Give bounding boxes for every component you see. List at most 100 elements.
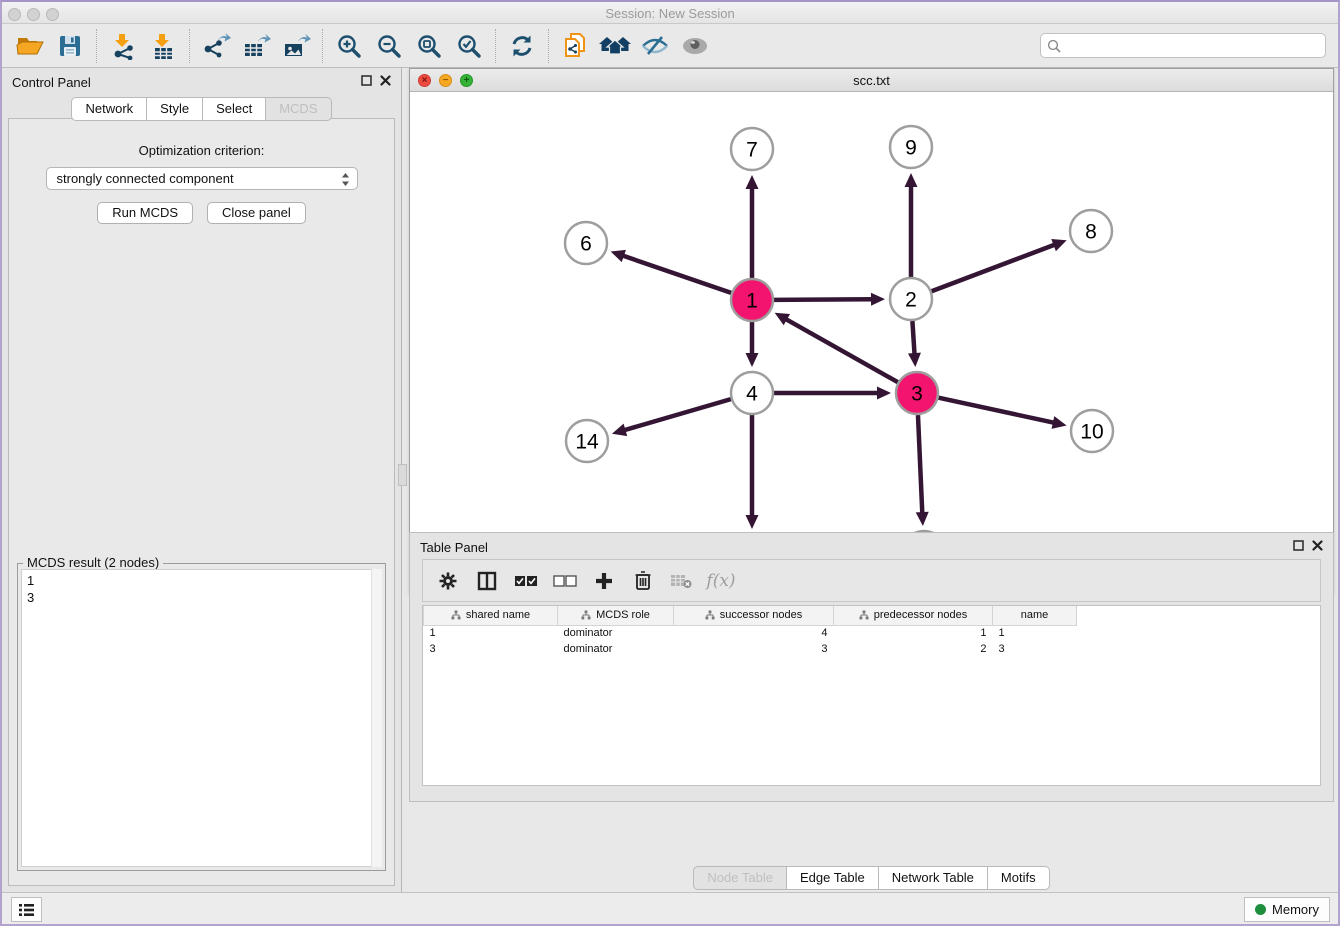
column-header-successor-nodes[interactable]: successor nodes (674, 606, 834, 625)
graph-node-4[interactable]: 4 (731, 372, 773, 414)
mcds-panel-body: Optimization criterion: strongly connect… (8, 118, 395, 886)
export-table-button[interactable] (236, 27, 276, 65)
table-row[interactable]: 1dominator411 (424, 625, 1077, 641)
export-network-button[interactable] (196, 27, 236, 65)
edge-3-to-1[interactable] (786, 319, 898, 382)
result-scrollbar[interactable] (371, 569, 382, 867)
table-cell[interactable]: 3 (424, 641, 558, 657)
close-panel-button[interactable]: Close panel (207, 202, 306, 224)
search-input[interactable] (1066, 39, 1319, 53)
import-table-button[interactable] (143, 27, 183, 65)
task-history-button[interactable] (11, 897, 42, 922)
tab-select[interactable]: Select (203, 97, 266, 121)
graph-node-3[interactable]: 3 (896, 372, 938, 414)
edge-3-to-11[interactable] (918, 415, 922, 513)
tab-style[interactable]: Style (147, 97, 203, 121)
function-builder-button[interactable]: f(x) (706, 564, 736, 598)
graph-node-6[interactable]: 6 (565, 222, 607, 264)
table-cell[interactable]: 2 (834, 641, 993, 657)
tab-edge-table[interactable]: Edge Table (787, 866, 879, 890)
graph-node-10[interactable]: 10 (1071, 410, 1113, 452)
add-column-button[interactable] (589, 564, 619, 598)
column-header-predecessor-nodes[interactable]: predecessor nodes (834, 606, 993, 625)
run-mcds-button[interactable]: Run MCDS (97, 202, 193, 224)
panel-divider-handle[interactable] (398, 464, 407, 486)
table-cell[interactable]: 4 (674, 625, 834, 641)
network-window-titlebar[interactable]: × − + scc.txt (410, 69, 1333, 92)
select-all-button[interactable] (511, 564, 541, 598)
table-row[interactable]: 3dominator323 (424, 641, 1077, 657)
table-panel-tabs: Node TableEdge TableNetwork TableMotifs (409, 866, 1334, 890)
edge-3-to-10[interactable] (938, 398, 1053, 423)
tab-node-table[interactable]: Node Table (693, 866, 787, 890)
column-header-shared-name[interactable]: shared name (424, 606, 558, 625)
close-panel-icon[interactable] (380, 75, 391, 86)
arrowhead-1-to-4 (746, 353, 759, 367)
table-cell[interactable]: 3 (674, 641, 834, 657)
deselect-all-button[interactable] (550, 564, 580, 598)
export-image-button[interactable] (276, 27, 316, 65)
table-cell[interactable]: 1 (834, 625, 993, 641)
show-columns-button[interactable] (472, 564, 502, 598)
search-field[interactable] (1040, 33, 1326, 58)
window-title: Session: New Session (2, 6, 1338, 21)
memory-button[interactable]: Memory (1244, 897, 1330, 922)
table-cell[interactable]: 1 (424, 625, 558, 641)
delete-column-button[interactable] (628, 564, 658, 598)
zoom-fit-icon (415, 32, 443, 60)
refresh-layout-button[interactable] (502, 27, 542, 65)
tab-motifs[interactable]: Motifs (988, 866, 1050, 890)
edge-4-to-14[interactable] (624, 399, 730, 430)
arrowhead-2-to-8 (1051, 239, 1066, 251)
attribute-type-icon (581, 610, 591, 620)
list-icon (18, 903, 35, 917)
save-session-button[interactable] (50, 27, 90, 65)
table-settings-button[interactable] (433, 564, 463, 598)
tab-mcds[interactable]: MCDS (266, 97, 331, 121)
graph-node-1[interactable]: 1 (731, 279, 773, 321)
node-label-6: 6 (580, 233, 592, 256)
tab-network[interactable]: Network (71, 97, 147, 121)
float-panel-icon[interactable] (361, 75, 372, 86)
table-cell[interactable]: dominator (558, 625, 674, 641)
show-panels-button[interactable] (675, 27, 715, 65)
attribute-type-icon (705, 610, 715, 620)
trash-icon (634, 570, 652, 591)
delete-table-button[interactable] (667, 564, 697, 598)
arrowhead-1-to-2 (871, 293, 885, 306)
zoom-selected-button[interactable] (449, 27, 489, 65)
graph-node-2[interactable]: 2 (890, 278, 932, 320)
zoom-fit-button[interactable] (409, 27, 449, 65)
clone-network-icon (560, 31, 590, 61)
zoom-out-button[interactable] (369, 27, 409, 65)
mcds-result-text[interactable]: 1 3 (21, 569, 382, 867)
node-table[interactable]: shared nameMCDS rolesuccessor nodesprede… (422, 605, 1321, 786)
graph-node-14[interactable]: 14 (566, 420, 608, 462)
table-cell[interactable]: dominator (558, 641, 674, 657)
zoom-in-button[interactable] (329, 27, 369, 65)
clone-network-button[interactable] (555, 27, 595, 65)
open-session-button[interactable] (10, 27, 50, 65)
import-network-button[interactable] (103, 27, 143, 65)
arrowhead-1-to-7 (746, 175, 759, 189)
graph-node-7[interactable]: 7 (731, 128, 773, 170)
optimization-criterion-dropdown[interactable]: strongly connected component (46, 167, 358, 190)
table-cell[interactable]: 1 (993, 625, 1077, 641)
save-floppy-icon (57, 33, 83, 59)
column-header-name[interactable]: name (993, 606, 1077, 625)
edge-2-to-8[interactable] (932, 245, 1055, 291)
table-cell[interactable]: 3 (993, 641, 1077, 657)
home-button[interactable] (595, 27, 635, 65)
edge-2-to-3[interactable] (912, 321, 914, 354)
column-header-MCDS-role[interactable]: MCDS role (558, 606, 674, 625)
float-panel-icon[interactable] (1293, 540, 1304, 551)
edge-1-to-2[interactable] (774, 299, 872, 300)
hide-panels-button[interactable] (635, 27, 675, 65)
network-graph-canvas[interactable]: 7968124314101511 (410, 92, 1333, 593)
edge-1-to-6[interactable] (623, 256, 731, 293)
graph-node-8[interactable]: 8 (1070, 210, 1112, 252)
graph-node-9[interactable]: 9 (890, 126, 932, 168)
close-panel-icon[interactable] (1312, 540, 1323, 551)
delete-table-icon (670, 573, 694, 589)
tab-network-table[interactable]: Network Table (879, 866, 988, 890)
